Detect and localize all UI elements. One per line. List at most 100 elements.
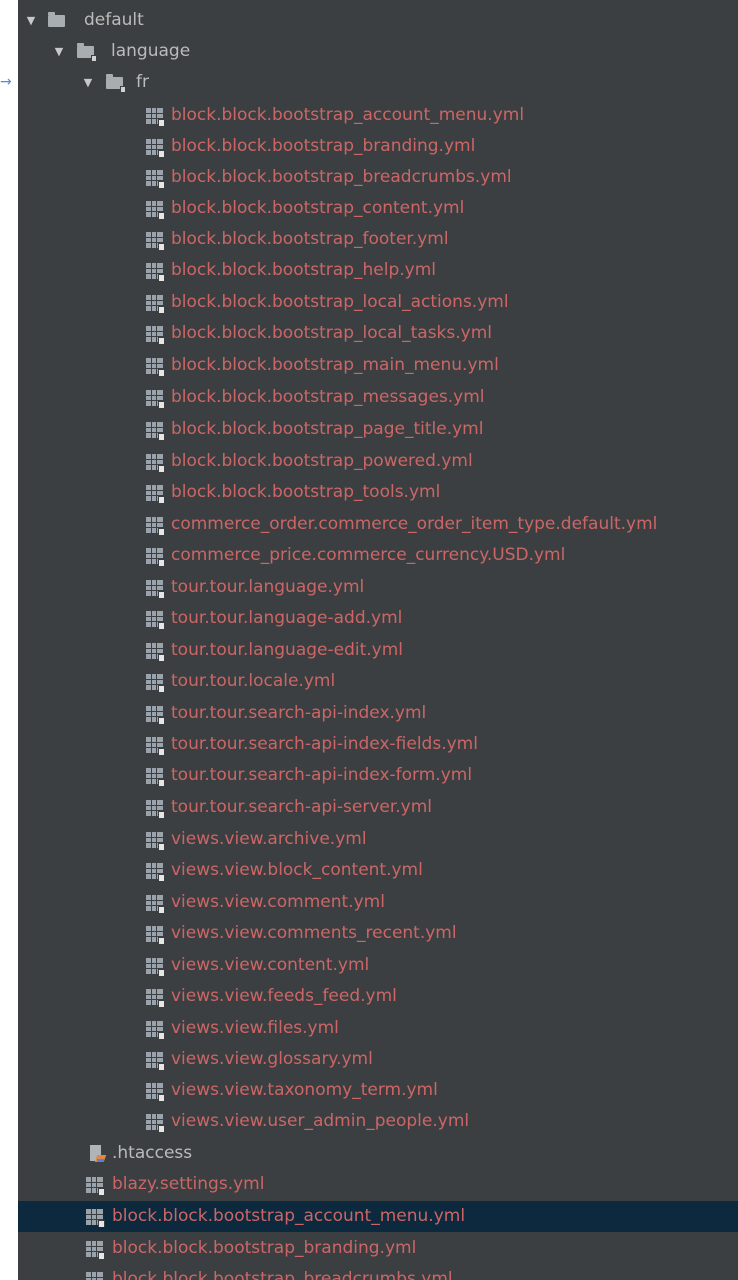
tree-row-file[interactable]: block.block.bootstrap_powered.yml [18,446,738,477]
tree-row-file[interactable]: block.block.bootstrap_branding.yml [18,131,738,162]
tree-row-language[interactable]: ▼ language [18,36,738,67]
drop-indicator-arrow-icon: → [0,74,12,90]
yaml-file-icon [146,390,165,408]
tree-row-label: fr [136,72,149,92]
tree-row-file[interactable]: tour.tour.search-api-index-form.yml [18,760,738,791]
lock-icon [158,274,165,281]
tree-row-file[interactable]: block.block.bootstrap_page_title.yml [18,414,738,445]
tree-row-file[interactable]: views.view.files.yml [18,1013,738,1044]
tree-row-label: block.block.bootstrap_local_actions.yml [171,292,509,312]
tree-row-file[interactable]: commerce_price.commerce_currency.USD.yml [18,540,738,571]
tree-row-label: default [84,10,144,30]
tree-row-file[interactable]: block.block.bootstrap_breadcrumbs.yml [18,162,738,193]
tree-row-file[interactable]: block.block.bootstrap_local_actions.yml [18,287,738,318]
chevron-down-icon[interactable]: ▼ [24,5,38,36]
tree-row-file[interactable]: block.block.bootstrap_help.yml [18,255,738,286]
tree-row-label: block.block.bootstrap_breadcrumbs.yml [112,1269,453,1280]
lock-icon [158,181,165,188]
lock-icon [158,748,165,755]
yaml-file-icon [146,139,165,157]
tree-row-label: tour.tour.search-api-server.yml [171,797,433,817]
lock-icon [158,717,165,724]
yaml-file-icon [146,108,165,126]
yaml-file-icon [146,643,165,661]
tree-row-file[interactable]: tour.tour.language-edit.yml [18,635,738,666]
tree-row-file[interactable]: views.view.content.yml [18,950,738,981]
lock-icon [158,465,165,472]
yaml-file-icon [146,832,165,850]
tree-row-file[interactable]: views.view.user_admin_people.yml [18,1106,738,1137]
lock-icon [158,969,165,976]
folder-icon [48,12,65,27]
yaml-file-icon [146,454,165,472]
tree-row-default[interactable]: ▼ default [18,5,738,36]
yaml-file-icon [146,201,165,219]
chevron-down-icon[interactable]: ▼ [81,67,95,98]
tree-row-label: language [111,41,191,61]
tree-row-file[interactable]: tour.tour.locale.yml [18,666,738,697]
lock-icon [98,1188,105,1195]
tree-row-file[interactable]: tour.tour.search-api-index-fields.yml [18,729,738,760]
project-tree-panel[interactable]: ▼ default ▼ language ▼ fr block.block.bo… [18,0,738,1280]
tree-row-file[interactable]: views.view.archive.yml [18,824,738,855]
tree-row-file[interactable]: tour.tour.language.yml [18,572,738,603]
tree-row-file[interactable]: block.block.bootstrap_main_menu.yml [18,350,738,381]
lock-icon [158,591,165,598]
lock-icon [158,150,165,157]
chevron-down-icon[interactable]: ▼ [52,36,66,67]
tree-row-label: commerce_order.commerce_order_item_type.… [171,514,658,534]
tree-row-file[interactable]: commerce_order.commerce_order_item_type.… [18,509,738,540]
tree-row-label: .htaccess [112,1143,193,1163]
tree-row-label: views.view.user_admin_people.yml [171,1111,470,1131]
tree-row-label: views.view.feeds_feed.yml [171,986,397,1006]
lock-icon [91,55,97,61]
tree-row-file[interactable]: views.view.taxonomy_term.yml [18,1075,738,1106]
htaccess-icon [88,1145,107,1163]
tree-row-file[interactable]: block.block.bootstrap_branding.yml [18,1233,738,1264]
tree-row-file[interactable]: block.block.bootstrap_footer.yml [18,224,738,255]
tree-row-label: views.view.block_content.yml [171,860,423,880]
tree-row-file[interactable]: views.view.comment.yml [18,887,738,918]
yaml-file-icon [86,1241,105,1259]
tree-row-file[interactable]: block.block.bootstrap_breadcrumbs.yml [18,1264,738,1280]
tree-row-file[interactable]: block.block.bootstrap_tools.yml [18,477,738,508]
lock-icon [158,559,165,566]
lock-icon [158,779,165,786]
lock-icon [98,1220,105,1227]
tree-row-fr[interactable]: ▼ fr [18,67,738,98]
yaml-file-icon [86,1272,103,1280]
lock-icon [158,937,165,944]
tree-row-label: tour.tour.search-api-index.yml [171,703,427,723]
tree-row-label: views.view.comments_recent.yml [171,923,457,943]
tree-row-file[interactable]: views.view.glossary.yml [18,1044,738,1075]
tree-row-file[interactable]: block.block.bootstrap_messages.yml [18,382,738,413]
tree-row-label: block.block.bootstrap_tools.yml [171,482,441,502]
tree-row-label: tour.tour.language.yml [171,577,365,597]
lock-icon [158,119,165,126]
tree-row-label: block.block.bootstrap_page_title.yml [171,419,484,439]
tree-row-file[interactable]: tour.tour.language-add.yml [18,603,738,634]
lock-icon [158,811,165,818]
yaml-file-icon [146,422,165,440]
yaml-file-icon [146,580,165,598]
tree-row-file[interactable]: block.block.bootstrap_account_menu.yml [18,100,738,131]
tree-row-file[interactable]: views.view.comments_recent.yml [18,918,738,949]
tree-row-file[interactable]: views.view.feeds_feed.yml [18,981,738,1012]
tree-row-file-selected[interactable]: block.block.bootstrap_account_menu.yml [18,1201,738,1232]
lock-icon [158,212,165,219]
yaml-file-icon [146,1052,165,1070]
tree-row-file[interactable]: block.block.bootstrap_content.yml [18,193,738,224]
tree-row-file[interactable]: tour.tour.search-api-server.yml [18,792,738,823]
yaml-file-icon [146,232,165,250]
tree-row-label: block.block.bootstrap_breadcrumbs.yml [171,167,512,187]
lock-icon [158,401,165,408]
tree-row-file[interactable]: tour.tour.search-api-index.yml [18,698,738,729]
tree-row-file[interactable]: views.view.block_content.yml [18,855,738,886]
yaml-file-icon [146,737,165,755]
yaml-file-icon [146,358,165,376]
yaml-file-icon [146,895,165,913]
tree-row-file[interactable]: block.block.bootstrap_local_tasks.yml [18,318,738,349]
tree-row-file[interactable]: blazy.settings.yml [18,1169,738,1200]
tree-row-htaccess[interactable]: .htaccess [18,1138,738,1169]
yaml-file-icon [146,706,165,724]
